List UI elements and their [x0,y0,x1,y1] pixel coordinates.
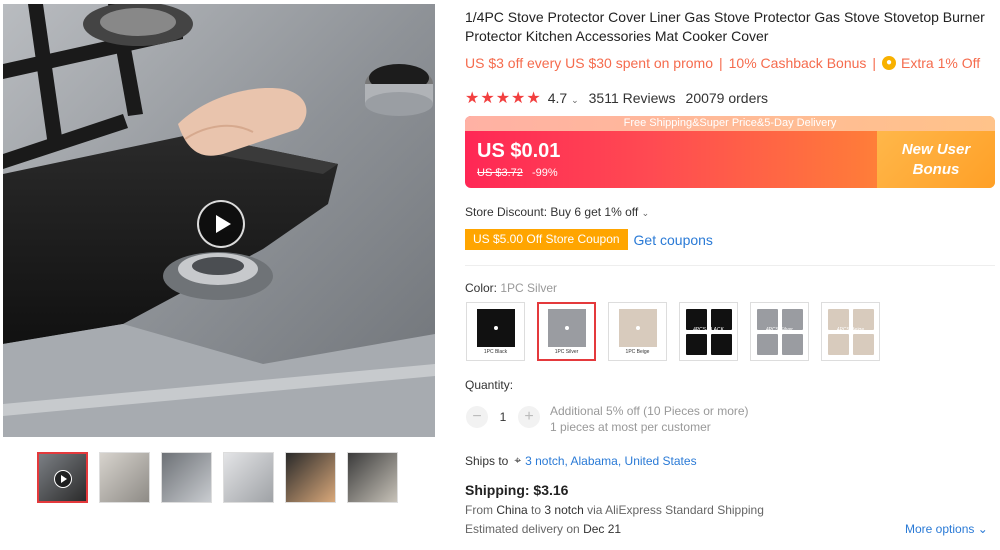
quantity-input[interactable]: 1 [488,410,518,424]
promo-item[interactable]: Extra 1% Off [901,55,980,71]
store-discount-text: Store Discount: Buy 6 get 1% off [465,205,639,219]
ship-from-to: to [531,503,542,517]
color-option[interactable]: 1PC Beige [608,302,667,361]
quantity-plus-button[interactable]: + [518,406,540,428]
price-banner: Free Shipping&Super Price&5-Day Delivery… [465,116,995,188]
swatch-caption: 1PC Beige [625,348,650,355]
color-option[interactable]: 4PCS BLACK [679,302,738,361]
thumbnail-image[interactable] [99,452,150,503]
thumbnail-image[interactable] [285,452,336,503]
color-option[interactable]: 1PC Silver [537,302,596,361]
thumbnail-video[interactable] [37,452,88,503]
ships-to-row: Ships to ⌖ 3 notch, Alabama, United Stat… [465,453,697,468]
swatch-image: 4PCS Silver [756,308,803,355]
promo-separator: | [872,55,877,71]
quantity-note: Additional 5% off (10 Pieces or more) 1 … [550,403,749,435]
rating-score-value: 4.7 [547,90,568,106]
swatch-image [476,308,515,347]
color-option[interactable]: 4PCS Silver [750,302,809,361]
get-coupons-link[interactable]: Get coupons [634,232,713,248]
divider [465,265,995,266]
play-icon [54,470,72,488]
color-option[interactable]: 1PC Black [466,302,525,361]
ship-from-dest: 3 notch [544,503,584,517]
swatch-caption: 1PC Silver [554,348,579,355]
color-selected-value: 1PC Silver [500,281,558,295]
reviews-count[interactable]: 3511 Reviews [589,90,676,106]
main-product-image[interactable] [3,4,435,437]
star-rating-icon: ★★★★★ [465,90,542,107]
ships-to-location[interactable]: 3 notch, Alabama, United States [525,454,696,468]
swatch-caption: 4PCS BLACK [693,326,724,333]
promo-line: US $3 off every US $30 spent on promo | … [465,55,980,71]
ship-from-line: From China to 3 notch via AliExpress Sta… [465,503,764,517]
estimated-delivery: Estimated delivery on Dec 21 [465,522,621,536]
original-price-row: US $3.72 -99% [477,167,558,179]
promo-item[interactable]: 10% Cashback Bonus [729,55,867,71]
store-discount[interactable]: Store Discount: Buy 6 get 1% off ⌄ [465,205,649,219]
coupon-row: US $5.00 Off Store Coupon Get coupons [465,229,713,250]
new-user-line2: Bonus [912,161,960,178]
play-icon [215,215,231,233]
play-video-button[interactable] [197,200,245,248]
more-options-label: More options [905,522,975,536]
discount-percent: -99% [531,167,558,179]
swatch-caption: 1PC Black [483,348,508,355]
more-options-link[interactable]: More options ⌄ [905,522,988,536]
swatch-caption: 4PCS Beige [836,326,865,333]
ships-to-label: Ships to [465,453,509,468]
shipping-cost: Shipping: $3.16 [465,482,569,498]
thumbnail-image[interactable] [161,452,212,503]
chevron-down-icon: ⌄ [977,522,988,536]
quantity-label: Quantity: [465,378,514,392]
est-prefix: Estimated delivery on [465,522,580,536]
color-label: Color: 1PC Silver [465,281,557,295]
ship-from-via: via AliExpress Standard Shipping [587,503,764,517]
est-date: Dec 21 [583,522,622,536]
color-label-text: Color: [465,281,498,295]
swatch-image: 4PCS BLACK [685,308,732,355]
promo-separator: | [719,55,723,71]
promo-item[interactable]: US $3 off every US $30 spent on promo [465,55,713,71]
new-user-bonus-badge: New User Bonus [877,131,995,188]
orders-count: 20079 orders [685,90,769,106]
product-title: 1/4PC Stove Protector Cover Liner Gas St… [465,9,985,44]
rating-row: ★★★★★ 4.7 ⌄ 3511 Reviews 20079 orders [465,88,768,108]
rating-score[interactable]: 4.7 ⌄ [548,90,579,106]
thumbnail-image[interactable] [347,452,398,503]
color-swatches: 1PC Black 1PC Silver 1PC Beige 4PCS BLAC… [466,302,880,361]
swatch-image [547,308,586,347]
coin-icon: ● [882,56,897,70]
chevron-down-icon: ⌄ [641,208,650,218]
quantity-minus-button[interactable]: − [466,406,488,428]
store-coupon-badge: US $5.00 Off Store Coupon [465,229,628,250]
location-pin-icon: ⌖ [514,453,522,467]
banner-topline: Free Shipping&Super Price&5-Day Delivery [465,116,995,131]
swatch-image [618,308,657,347]
color-option[interactable]: 4PCS Beige [821,302,880,361]
purchase-limit-note: 1 pieces at most per customer [550,420,711,434]
thumbnail-image[interactable] [223,452,274,503]
original-price: US $3.72 [477,167,523,179]
current-price: US $0.01 [477,140,561,162]
ship-from-origin: China [496,503,528,517]
new-user-line1: New User [901,141,971,158]
swatch-image: 4PCS Beige [827,308,874,355]
ship-from-prefix: From [465,503,493,517]
bulk-discount-note: Additional 5% off (10 Pieces or more) [550,404,749,418]
chevron-down-icon: ⌄ [571,95,579,105]
thumbnail-strip [37,452,398,503]
quantity-stepper: − 1 + [466,406,540,428]
swatch-caption: 4PCS Silver [766,326,793,333]
